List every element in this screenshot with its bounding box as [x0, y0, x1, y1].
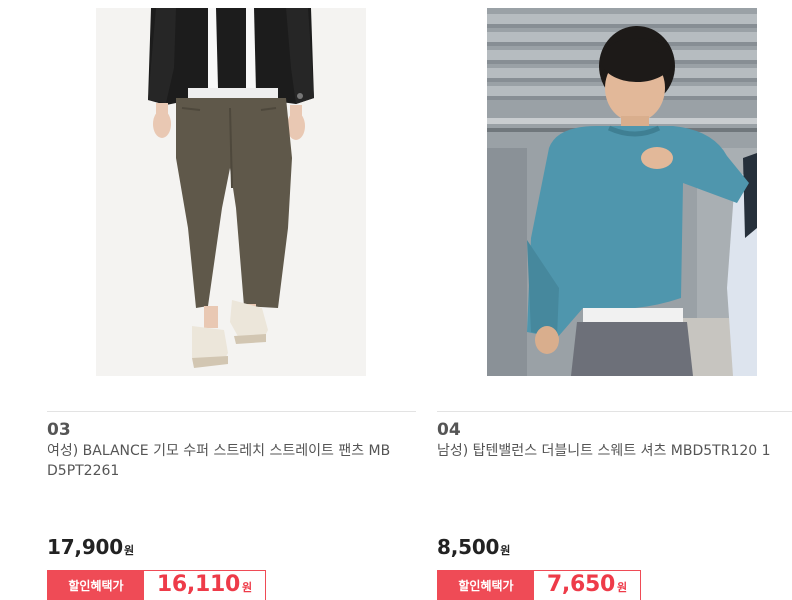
product-name[interactable]: 남성) 탑텐밸런스 더블니트 스웨트 셔츠 MBD5TR120 1	[437, 441, 782, 461]
price-value: 8,500	[437, 535, 500, 559]
card-divider	[47, 411, 416, 412]
price-currency: 원	[500, 544, 511, 557]
product-grid: 03 여성) BALANCE 기모 수퍼 스트레치 스트레이트 팬츠 MBD5P…	[0, 0, 792, 600]
discount-label: 할인혜택가	[48, 571, 144, 600]
discount-price-currency: 원	[241, 581, 253, 594]
discount-price: 7,650 원	[534, 571, 640, 600]
discount-price-box: 할인혜택가 16,110 원	[47, 570, 266, 600]
product-name[interactable]: 여성) BALANCE 기모 수퍼 스트레치 스트레이트 팬츠 MBD5PT22…	[47, 441, 397, 481]
price-currency: 원	[123, 544, 135, 557]
discount-price: 16,110 원	[144, 571, 265, 600]
product-rank: 04	[437, 420, 461, 440]
price-value: 17,900	[47, 535, 123, 559]
product-price: 8,500 원	[437, 535, 510, 561]
sweatshirt-model-illustration	[487, 8, 757, 376]
product-image-pants[interactable]	[96, 8, 366, 376]
discount-label: 할인혜택가	[438, 571, 534, 600]
discount-price-value: 7,650	[546, 572, 615, 597]
card-divider	[437, 411, 792, 412]
discount-price-value: 16,110	[156, 572, 240, 597]
pants-model-illustration	[96, 8, 366, 376]
product-price: 17,900 원	[47, 535, 134, 561]
discount-price-box: 할인혜택가 7,650 원	[437, 570, 641, 600]
product-image-sweatshirt[interactable]	[487, 8, 757, 376]
product-rank: 03	[47, 420, 71, 440]
discount-price-currency: 원	[616, 581, 628, 594]
